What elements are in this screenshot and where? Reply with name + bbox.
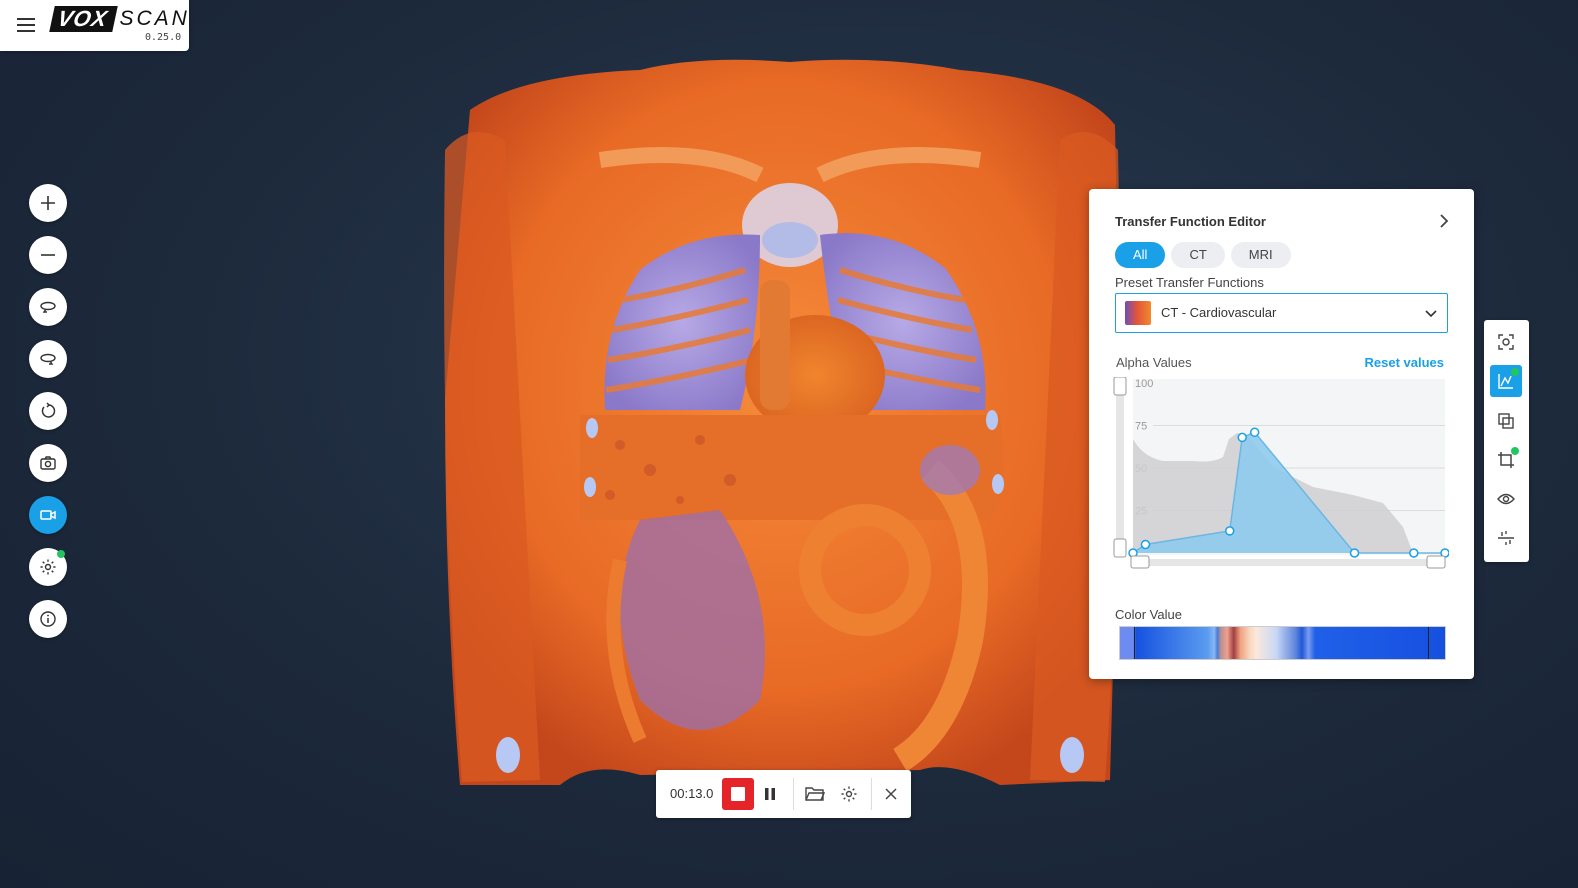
alpha-control-point[interactable] — [1409, 548, 1419, 558]
color-stop-marker[interactable] — [1428, 627, 1429, 659]
rotate-right-icon — [40, 353, 56, 365]
alpha-control-point[interactable] — [1140, 539, 1151, 550]
tab-all[interactable]: All — [1115, 242, 1166, 268]
tf-status-dot — [1511, 368, 1519, 376]
alpha-range-track — [1116, 381, 1124, 553]
modality-tabs: All CT MRI — [1115, 242, 1291, 268]
info-icon — [40, 611, 56, 627]
layers-icon — [1498, 413, 1514, 429]
tab-mri[interactable]: MRI — [1230, 242, 1291, 268]
focus-target-icon — [1498, 334, 1514, 350]
alpha-control-point[interactable] — [1349, 548, 1360, 558]
color-value-bar[interactable] — [1119, 626, 1446, 660]
alpha-tick-label: 100 — [1135, 378, 1153, 390]
alpha-values-label: Alpha Values — [1116, 355, 1192, 370]
chevron-down-icon — [1425, 310, 1437, 318]
plus-icon — [41, 196, 55, 210]
separator — [793, 778, 794, 810]
rotate-left-button[interactable] — [29, 288, 67, 326]
logo-vox: VOX — [49, 6, 119, 32]
screenshot-button[interactable] — [29, 444, 67, 482]
left-toolbar — [29, 184, 67, 652]
separator — [871, 778, 872, 810]
hamburger-menu-icon[interactable] — [14, 14, 38, 36]
crop-status-dot — [1511, 447, 1519, 455]
panel-title: Transfer Function Editor — [1115, 214, 1266, 229]
tab-ct[interactable]: CT — [1171, 242, 1225, 268]
app-version: 0.25.0 — [145, 32, 182, 43]
pause-icon — [765, 788, 775, 800]
open-folder-button[interactable] — [803, 782, 827, 806]
color-stop-marker[interactable] — [1134, 627, 1135, 659]
camera-icon — [40, 456, 56, 470]
chevron-right-icon[interactable] — [1434, 211, 1454, 231]
transfer-function-button[interactable] — [1490, 365, 1522, 397]
clip-icon — [1498, 531, 1514, 545]
info-button[interactable] — [29, 600, 67, 638]
preset-dropdown[interactable]: CT - Cardiovascular — [1115, 293, 1448, 333]
pause-recording-button[interactable] — [758, 782, 782, 806]
stop-recording-button[interactable] — [722, 778, 754, 810]
recording-bar: 00:13.0 — [656, 770, 911, 818]
reset-values-link[interactable]: Reset values — [1365, 355, 1445, 370]
record-video-button[interactable] — [29, 496, 67, 534]
right-toolbar — [1484, 320, 1529, 562]
folder-icon — [805, 787, 825, 801]
reset-icon — [41, 402, 56, 418]
clip-button[interactable] — [1490, 522, 1522, 554]
brand-header: VOX SCAN 0.25.0 — [0, 0, 189, 51]
rotate-right-button[interactable] — [29, 340, 67, 378]
transfer-function-panel: Transfer Function Editor All CT MRI Pres… — [1089, 189, 1474, 679]
alpha-max-handle[interactable] — [1113, 377, 1127, 396]
alpha-control-point[interactable] — [1224, 526, 1235, 536]
rotate-left-icon — [40, 301, 56, 313]
settings-button[interactable] — [29, 548, 67, 586]
close-recording-button[interactable] — [879, 782, 903, 806]
reset-view-button[interactable] — [29, 392, 67, 430]
preset-selected-value: CT - Cardiovascular — [1161, 305, 1277, 320]
alpha-control-point[interactable] — [1237, 432, 1247, 443]
zoom-out-button[interactable] — [29, 236, 67, 274]
alpha-tick-label: 75 — [1135, 421, 1147, 433]
crop-button[interactable] — [1490, 444, 1522, 476]
layers-button[interactable] — [1490, 405, 1522, 437]
settings-status-dot — [57, 550, 65, 558]
minus-icon — [41, 254, 55, 256]
logo-scan: SCAN — [119, 7, 190, 30]
focus-button[interactable] — [1490, 326, 1522, 358]
gear-icon — [40, 559, 56, 575]
alpha-values-chart[interactable]: 100755025 — [1113, 377, 1449, 577]
eye-icon — [1497, 493, 1515, 505]
recording-time: 00:13.0 — [670, 786, 714, 801]
alpha-min-handle[interactable] — [1113, 538, 1127, 558]
app-logo: VOX SCAN — [49, 6, 190, 32]
intensity-min-handle[interactable] — [1130, 555, 1150, 569]
preset-label: Preset Transfer Functions — [1115, 275, 1264, 290]
color-value-label: Color Value — [1115, 607, 1182, 622]
visibility-button[interactable] — [1490, 483, 1522, 515]
video-camera-icon — [40, 510, 56, 520]
preset-color-swatch — [1125, 301, 1151, 325]
gear-icon — [841, 786, 857, 802]
zoom-in-button[interactable] — [29, 184, 67, 222]
close-icon — [885, 788, 897, 800]
recording-settings-button[interactable] — [837, 782, 861, 806]
intensity-range-track — [1133, 559, 1445, 566]
alpha-control-point[interactable] — [1249, 427, 1260, 438]
intensity-max-handle[interactable] — [1426, 555, 1446, 569]
